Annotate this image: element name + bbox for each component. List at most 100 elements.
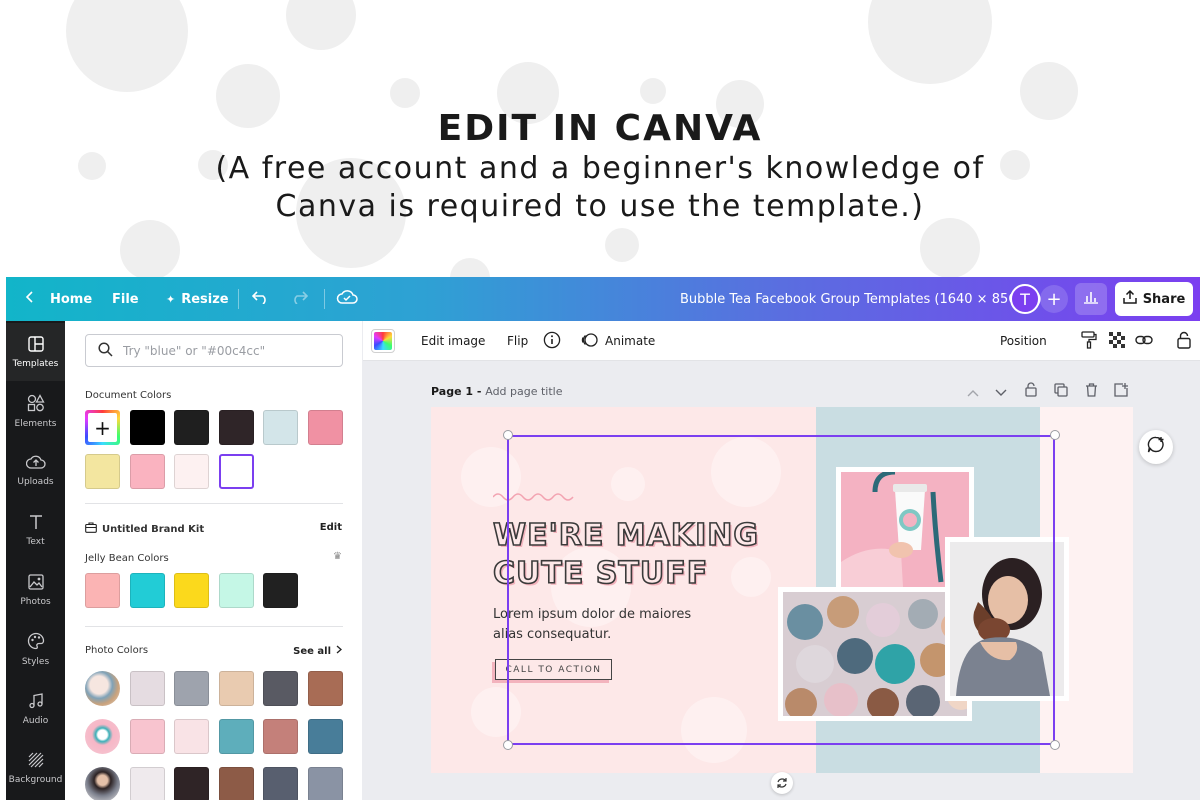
- color-swatch[interactable]: [308, 767, 343, 800]
- color-swatch[interactable]: [218, 454, 254, 489]
- chevron-right-icon: [336, 645, 342, 657]
- user-avatar[interactable]: T: [1010, 284, 1040, 314]
- insights-button[interactable]: [1075, 283, 1107, 315]
- document-colors-title: Document Colors: [85, 390, 172, 401]
- lock-page-button[interactable]: [1021, 381, 1041, 401]
- color-swatch[interactable]: [174, 671, 210, 706]
- rail-item-text[interactable]: Text: [6, 501, 65, 559]
- delete-page-button[interactable]: [1081, 381, 1101, 401]
- duplicate-page-button[interactable]: [1051, 381, 1071, 401]
- rail-label: Background: [8, 774, 63, 785]
- color-swatch[interactable]: [218, 719, 254, 754]
- redo-button[interactable]: [290, 277, 309, 321]
- rail-item-background[interactable]: Background: [6, 739, 65, 797]
- decor-dot: [605, 228, 639, 262]
- selection-box[interactable]: [507, 435, 1055, 745]
- position-button[interactable]: Position: [1000, 321, 1047, 361]
- color-swatch[interactable]: [263, 671, 299, 706]
- see-all-link[interactable]: See all: [293, 645, 342, 657]
- lock-button[interactable]: [1177, 321, 1191, 361]
- color-swatch[interactable]: [174, 454, 210, 489]
- decor-dot: [640, 78, 666, 104]
- link-icon: [1135, 333, 1153, 350]
- divider: [85, 626, 343, 627]
- color-swatch[interactable]: [129, 767, 165, 800]
- color-swatch[interactable]: [174, 767, 210, 800]
- add-color-button[interactable]: +: [85, 410, 120, 445]
- rail-item-photos[interactable]: Photos: [6, 561, 65, 619]
- share-button[interactable]: Share: [1115, 282, 1193, 316]
- color-swatch[interactable]: [308, 410, 343, 445]
- resize-handle[interactable]: [503, 430, 513, 440]
- brand-kit-edit-button[interactable]: Edit: [320, 522, 342, 533]
- color-swatch[interactable]: [129, 410, 165, 445]
- add-page-icon: [1114, 382, 1128, 401]
- rail-item-audio[interactable]: Audio: [6, 680, 65, 738]
- cloud-save-button[interactable]: [336, 277, 358, 321]
- rotate-handle[interactable]: [771, 772, 793, 794]
- rail-item-uploads[interactable]: Uploads: [6, 441, 65, 499]
- color-search-input[interactable]: [123, 343, 323, 358]
- color-swatch[interactable]: [263, 767, 299, 800]
- color-swatch[interactable]: [174, 719, 210, 754]
- color-swatch[interactable]: [308, 671, 343, 706]
- color-swatch[interactable]: [174, 410, 210, 445]
- color-swatch[interactable]: [218, 573, 254, 608]
- edit-image-button[interactable]: Edit image: [421, 321, 485, 361]
- rail-item-elements[interactable]: Elements: [6, 382, 65, 440]
- resize-handle[interactable]: [1050, 740, 1060, 750]
- color-swatch[interactable]: [174, 573, 210, 608]
- undo-button[interactable]: [251, 277, 270, 321]
- resize-handle[interactable]: [1050, 430, 1060, 440]
- divider: [85, 503, 343, 504]
- brand-kit-title: Untitled Brand Kit: [102, 523, 205, 535]
- paint-roller-button[interactable]: [1081, 321, 1097, 361]
- divider: [324, 289, 325, 309]
- add-comment-button[interactable]: [1139, 430, 1173, 464]
- color-swatch[interactable]: [218, 410, 254, 445]
- color-swatch[interactable]: [129, 454, 165, 489]
- photo-thumbnail[interactable]: [85, 767, 120, 800]
- resize-button[interactable]: ✦ Resize: [166, 277, 229, 321]
- color-swatch[interactable]: [308, 719, 343, 754]
- rail-item-templates[interactable]: Templates: [6, 323, 65, 381]
- elements-icon: [27, 393, 45, 415]
- link-button[interactable]: [1135, 321, 1153, 361]
- flip-button[interactable]: Flip: [507, 321, 528, 361]
- top-bar: Home File ✦ Resize Bubble Tea Facebook G…: [6, 277, 1200, 321]
- add-page-title[interactable]: Add page title: [485, 385, 562, 398]
- document-title[interactable]: Bubble Tea Facebook Group Templates (164…: [680, 277, 1042, 321]
- color-swatch[interactable]: [129, 671, 165, 706]
- file-menu[interactable]: File: [112, 277, 139, 321]
- move-page-down-button[interactable]: [991, 381, 1011, 401]
- color-swatch[interactable]: [85, 573, 120, 608]
- photo-thumbnail[interactable]: [85, 719, 120, 754]
- decor-dot: [120, 220, 180, 277]
- color-swatch[interactable]: [129, 719, 165, 754]
- color-swatch[interactable]: [129, 573, 165, 608]
- color-picker-button[interactable]: [371, 329, 395, 353]
- add-collaborator-button[interactable]: +: [1040, 285, 1068, 313]
- rail-item-styles[interactable]: Styles: [6, 620, 65, 678]
- color-swatch[interactable]: [85, 454, 120, 489]
- canva-editor: Home File ✦ Resize Bubble Tea Facebook G…: [6, 277, 1200, 800]
- move-page-up-button[interactable]: [963, 381, 983, 401]
- color-swatch[interactable]: [263, 719, 299, 754]
- design-page[interactable]: WE'RE MAKING CUTE STUFF Lorem ipsum dolo…: [431, 407, 1133, 773]
- color-swatch[interactable]: [263, 573, 299, 608]
- photo-thumbnail[interactable]: [85, 671, 120, 706]
- color-swatch[interactable]: [218, 671, 254, 706]
- palette-icon: [27, 632, 45, 653]
- color-search[interactable]: [85, 334, 343, 367]
- home-button[interactable]: Home: [24, 277, 92, 321]
- add-page-button[interactable]: [1111, 381, 1131, 401]
- transparency-button[interactable]: [1109, 321, 1125, 361]
- upload-share-icon: [1122, 289, 1137, 308]
- color-swatch[interactable]: [218, 767, 254, 800]
- resize-handle[interactable]: [503, 740, 513, 750]
- rail-label: Elements: [14, 418, 57, 429]
- color-swatch[interactable]: [263, 410, 299, 445]
- info-button[interactable]: [543, 321, 561, 361]
- info-icon: [543, 331, 561, 352]
- animate-button[interactable]: Animate: [581, 321, 655, 361]
